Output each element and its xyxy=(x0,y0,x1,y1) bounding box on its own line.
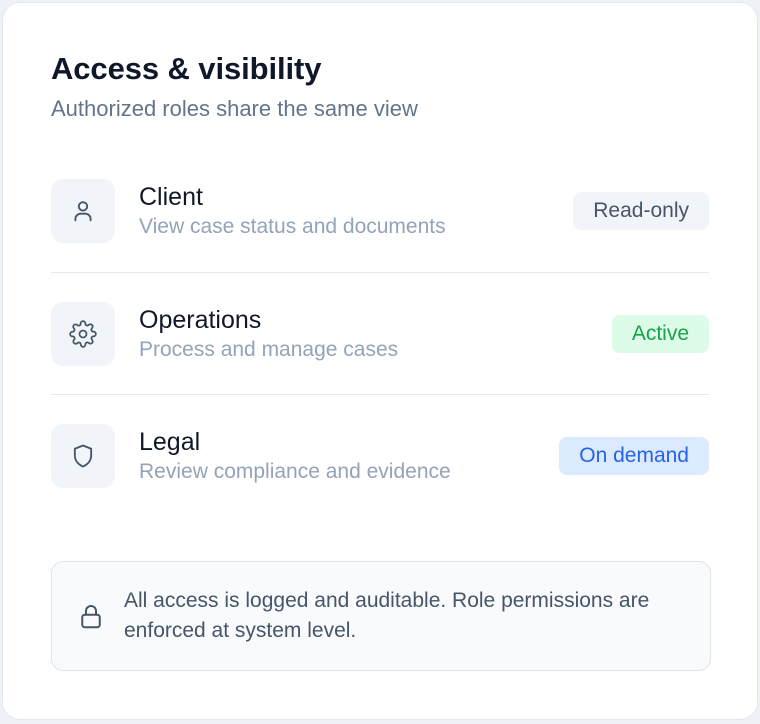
role-row-client: Client View case status and documents Re… xyxy=(51,179,709,273)
access-visibility-card: Access & visibility Authorized roles sha… xyxy=(2,2,758,720)
user-icon xyxy=(51,179,115,243)
audit-notice-text: All access is logged and auditable. Role… xyxy=(124,589,650,642)
role-name: Legal xyxy=(139,428,201,456)
role-description: Review compliance and evidence xyxy=(139,460,451,483)
role-name: Operations xyxy=(139,305,262,334)
role-description: Process and manage cases xyxy=(139,337,399,361)
shield-icon xyxy=(51,424,115,488)
lock-icon xyxy=(81,605,101,629)
audit-notice: All access is logged and auditable. Role… xyxy=(51,561,711,671)
status-badge-read-only: Read-only xyxy=(573,192,709,230)
role-row-operations: Operations Process and manage cases Acti… xyxy=(51,273,709,395)
role-name: Client xyxy=(139,183,203,211)
roles-list: Client View case status and documents Re… xyxy=(51,179,709,517)
status-badge-active: Active xyxy=(611,314,709,353)
status-badge-on-demand: On demand xyxy=(559,437,709,475)
gear-icon xyxy=(51,301,115,366)
role-description: View case status and documents xyxy=(139,215,446,238)
role-row-legal: Legal Review compliance and evidence On … xyxy=(51,395,709,517)
page-subtitle: Authorized roles share the same view xyxy=(51,96,418,121)
role-text: Operations Process and manage cases xyxy=(139,305,612,363)
page-title: Access & visibility xyxy=(51,51,322,86)
role-text: Legal Review compliance and evidence xyxy=(139,427,559,485)
role-text: Client View case status and documents xyxy=(139,182,573,240)
